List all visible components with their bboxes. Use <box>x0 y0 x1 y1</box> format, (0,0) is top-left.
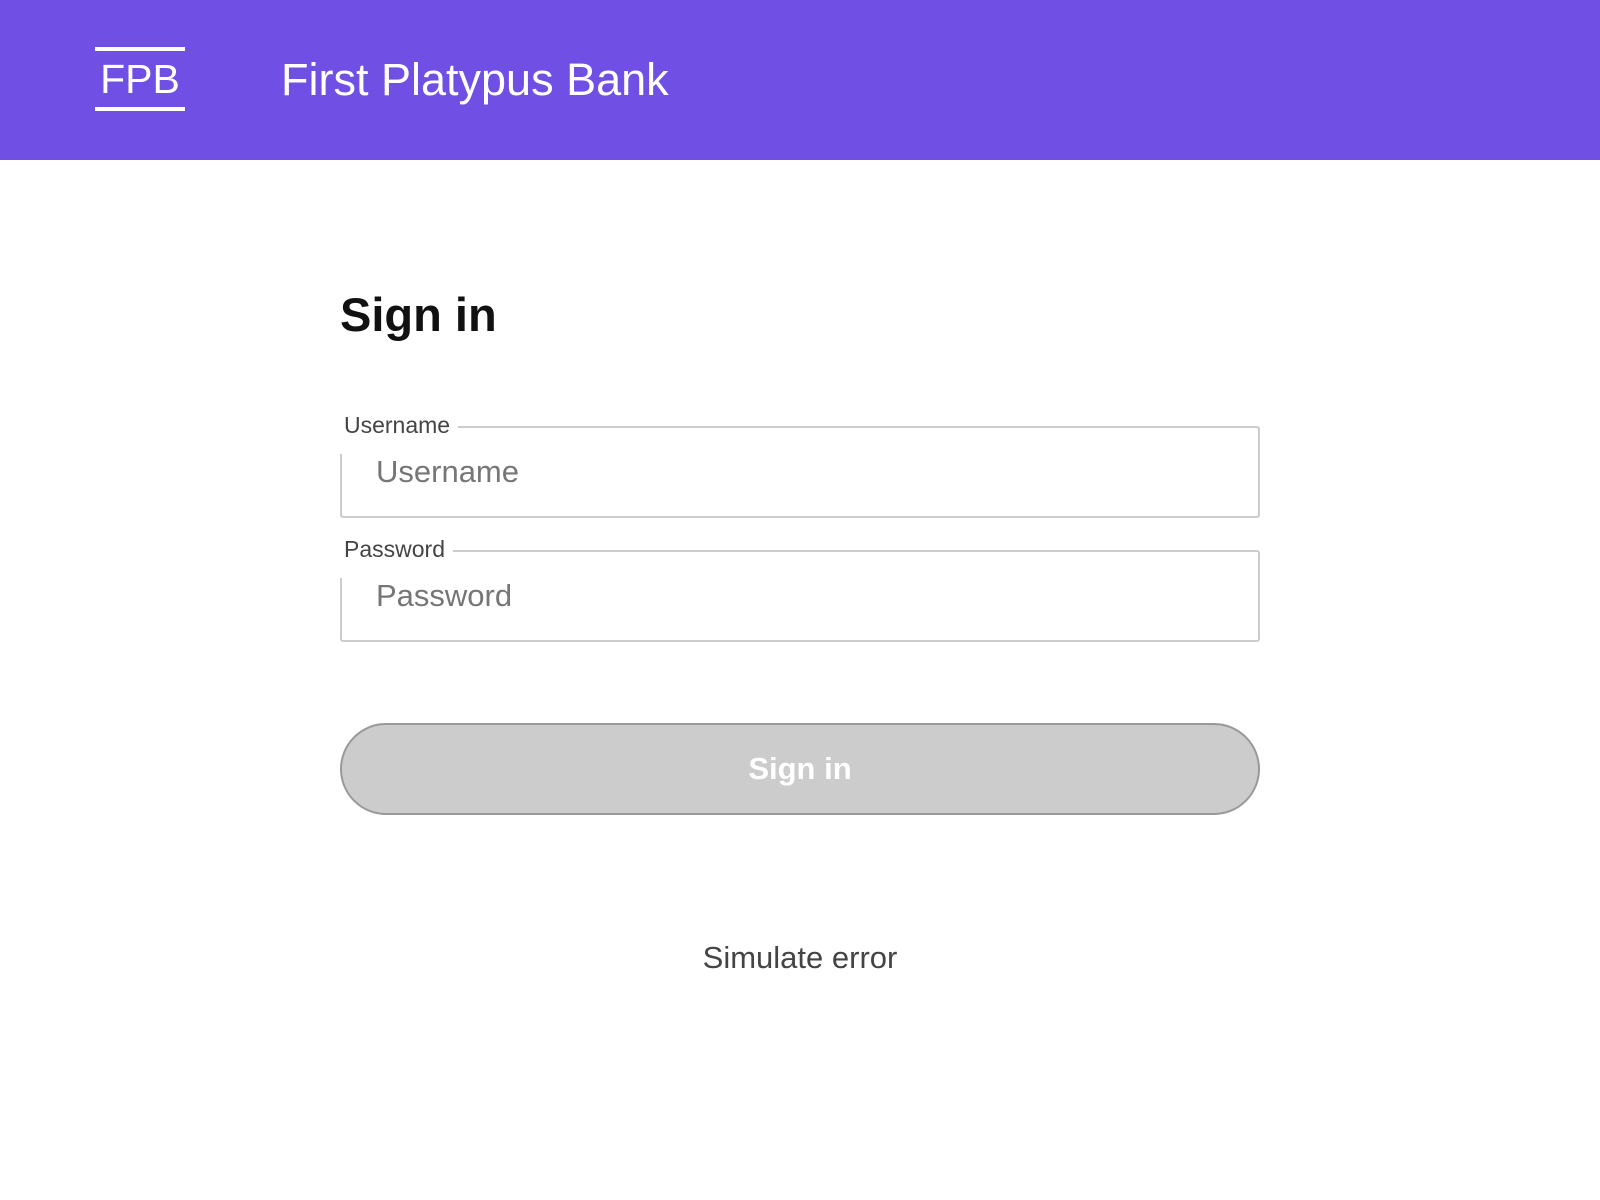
password-label: Password <box>338 534 453 578</box>
bank-logo: FPB <box>95 47 185 111</box>
simulate-error-link[interactable]: Simulate error <box>600 938 1000 978</box>
password-field: Password <box>338 534 1260 642</box>
logo-top-bar <box>95 47 185 51</box>
sign-in-button[interactable]: Sign in <box>340 723 1260 815</box>
username-input[interactable] <box>340 426 1260 518</box>
username-label: Username <box>338 410 459 454</box>
bank-name: First Platypus Bank <box>281 54 669 105</box>
password-input[interactable] <box>340 550 1260 642</box>
page-title: Sign in <box>340 288 497 341</box>
logo-bottom-bar <box>95 107 185 111</box>
username-field: Username <box>338 410 1260 518</box>
top-header: FPB First Platypus Bank <box>0 0 1600 160</box>
logo-text: FPB <box>100 56 180 102</box>
